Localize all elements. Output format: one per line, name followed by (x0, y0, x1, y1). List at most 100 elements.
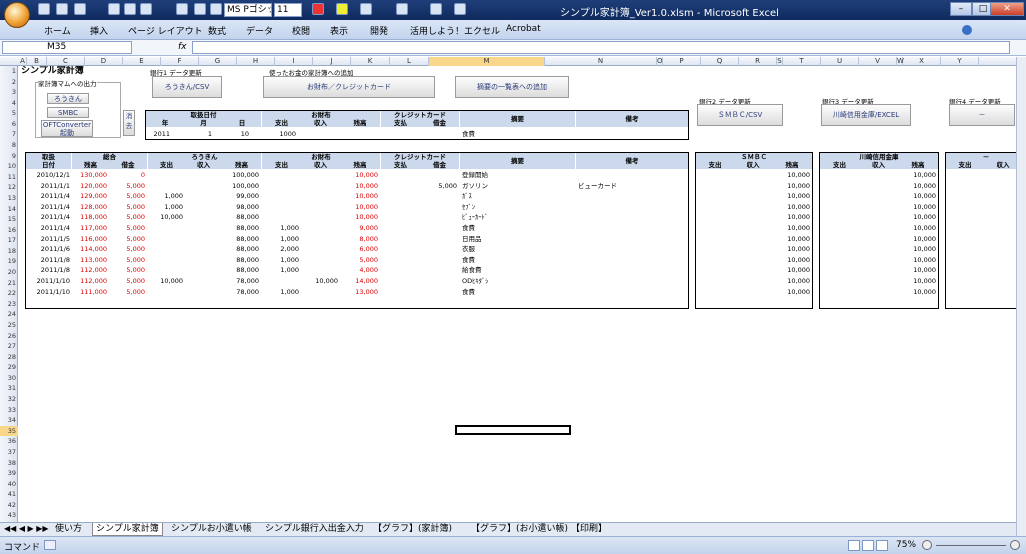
ledger-cell-debt[interactable]: 5,000 (109, 213, 145, 221)
ledger-cell-memo[interactable]: 衣服 (462, 245, 475, 253)
search-icon[interactable] (430, 3, 442, 15)
row-header-5[interactable]: 5 (0, 108, 18, 119)
column-header-K[interactable]: K (351, 57, 390, 66)
tab-addin[interactable]: 活用しよう！エクセル (410, 24, 500, 37)
ledger-cell-total[interactable]: 129,000 (72, 192, 107, 200)
ledger-cell-w_bal[interactable]: 8,000 (340, 235, 378, 243)
ledger-cell-memo[interactable]: ﾋﾞｭｰｶｰﾄﾞ (462, 213, 488, 221)
column-header-G[interactable]: G (199, 57, 237, 66)
macro-record-icon[interactable] (44, 540, 56, 550)
row-header-29[interactable]: 29 (0, 362, 18, 373)
ledger-cell-memo[interactable]: ガソリン (462, 182, 488, 190)
ledger-cell-memo[interactable]: 登録開始 (462, 171, 488, 179)
column-header-J[interactable]: J (313, 57, 351, 66)
zoom-in-icon[interactable] (1010, 540, 1020, 550)
close-button[interactable]: ✕ (990, 2, 1024, 16)
ledger-cell-w_bal[interactable]: 6,000 (340, 245, 378, 253)
row-header-42[interactable]: 42 (0, 500, 18, 511)
ledger-cell-r_bal[interactable]: 100,000 (222, 182, 259, 190)
smbc-balance-cell[interactable]: 10,000 (772, 256, 810, 264)
ledger-cell-debt[interactable]: 5,000 (109, 266, 145, 274)
column-header-T[interactable]: T (783, 57, 821, 66)
kawasaki-balance-cell[interactable]: 10,000 (898, 182, 936, 190)
column-header-A[interactable]: A (19, 57, 27, 66)
kawasaki-balance-cell[interactable]: 10,000 (898, 288, 936, 296)
row-header-13[interactable]: 13 (0, 193, 18, 204)
tab-review[interactable]: 校閲 (292, 24, 310, 37)
kawasaki-balance-cell[interactable]: 10,000 (898, 235, 936, 243)
column-header-D[interactable]: D (85, 57, 123, 66)
column-header-V[interactable]: V (859, 57, 897, 66)
ledger-cell-date[interactable]: 2010/12/1 (26, 171, 70, 179)
kawasaki-balance-cell[interactable]: 10,000 (898, 245, 936, 253)
ledger-cell-date[interactable]: 2011/1/1 (26, 182, 70, 190)
row-header-27[interactable]: 27 (0, 341, 18, 352)
ledger-cell-total[interactable]: 113,000 (72, 256, 107, 264)
row-header-32[interactable]: 32 (0, 394, 18, 405)
tab-insert[interactable]: 挿入 (90, 24, 108, 37)
smbc-balance-cell[interactable]: 10,000 (772, 235, 810, 243)
row-header-9[interactable]: 9 (0, 151, 18, 162)
kawasaki-balance-cell[interactable]: 10,000 (898, 256, 936, 264)
ledger-cell-total[interactable]: 116,000 (72, 235, 107, 243)
smbc-balance-cell[interactable]: 10,000 (772, 245, 810, 253)
save-icon[interactable] (38, 3, 50, 15)
row-header-8[interactable]: 8 (0, 140, 18, 151)
italic-icon[interactable] (210, 3, 222, 15)
column-header-C[interactable]: C (47, 57, 85, 66)
kawasaki-balance-cell[interactable]: 10,000 (898, 224, 936, 232)
row-header-39[interactable]: 39 (0, 468, 18, 479)
input-year-cell[interactable]: 2011 (146, 130, 170, 138)
row-header-25[interactable]: 25 (0, 320, 18, 331)
row-header-15[interactable]: 15 (0, 214, 18, 225)
row-header-16[interactable]: 16 (0, 225, 18, 236)
row-header-26[interactable]: 26 (0, 331, 18, 342)
ledger-cell-w_bal[interactable]: 4,000 (340, 266, 378, 274)
ledger-cell-total[interactable]: 112,000 (72, 277, 107, 285)
add-summary-button[interactable]: 摘要の一覧表への追加 (455, 76, 569, 98)
tab-data[interactable]: データ (246, 24, 273, 37)
page-layout-view-icon[interactable] (862, 540, 874, 551)
column-header-Y[interactable]: Y (941, 57, 979, 66)
ledger-cell-r_bal[interactable]: 88,000 (222, 245, 259, 253)
column-header-E[interactable]: E (123, 57, 161, 66)
row-header-34[interactable]: 34 (0, 415, 18, 426)
ledger-cell-w_out[interactable]: 1,000 (262, 266, 299, 274)
column-header-H[interactable]: H (237, 57, 275, 66)
ledger-cell-r_bal[interactable]: 78,000 (222, 288, 259, 296)
ledger-cell-w_bal[interactable]: 10,000 (340, 203, 378, 211)
kawasaki-balance-cell[interactable]: 10,000 (898, 277, 936, 285)
font-name-box[interactable]: MS Pゴシッ (224, 3, 272, 17)
kawasaki-balance-cell[interactable]: 10,000 (898, 203, 936, 211)
zoom-out-icon[interactable] (922, 540, 932, 550)
row-header-41[interactable]: 41 (0, 489, 18, 500)
smbc-balance-cell[interactable]: 10,000 (772, 224, 810, 232)
fill-color-icon[interactable] (336, 3, 348, 15)
row-header-18[interactable]: 18 (0, 246, 18, 257)
ledger-cell-memo[interactable]: 食費 (462, 224, 475, 232)
ledger-cell-r_out[interactable]: 10,000 (148, 213, 183, 221)
column-header-I[interactable]: I (275, 57, 313, 66)
smbc-balance-cell[interactable]: 10,000 (772, 171, 810, 179)
row-header-10[interactable]: 10 (0, 161, 18, 172)
ledger-cell-r_out[interactable]: 1,000 (148, 192, 183, 200)
smbc-balance-cell[interactable]: 10,000 (772, 192, 810, 200)
ledger-cell-debt[interactable]: 5,000 (109, 288, 145, 296)
bank2-csv-button[interactable]: ＳＭＢＣ/CSV (697, 104, 783, 126)
align-left-icon[interactable] (108, 3, 120, 15)
sheet-tab-5[interactable]: 【グラフ】(お小遣い帳) (468, 523, 571, 536)
row-header-2[interactable]: 2 (0, 77, 18, 88)
ledger-cell-w_bal[interactable]: 10,000 (340, 171, 378, 179)
font-color-icon[interactable] (312, 3, 324, 15)
ledger-cell-debt[interactable]: 5,000 (109, 182, 145, 190)
row-header-24[interactable]: 24 (0, 309, 18, 320)
align-right-icon[interactable] (140, 3, 152, 15)
row-header-20[interactable]: 20 (0, 267, 18, 278)
ledger-cell-date[interactable]: 2011/1/10 (26, 277, 70, 285)
ledger-cell-w_bal[interactable]: 9,000 (340, 224, 378, 232)
row-header-31[interactable]: 31 (0, 383, 18, 394)
align-center-icon[interactable] (124, 3, 136, 15)
ledger-cell-date[interactable]: 2011/1/10 (26, 288, 70, 296)
ledger-cell-w_bal[interactable]: 10,000 (340, 213, 378, 221)
ledger-cell-debt[interactable]: 0 (109, 171, 145, 179)
